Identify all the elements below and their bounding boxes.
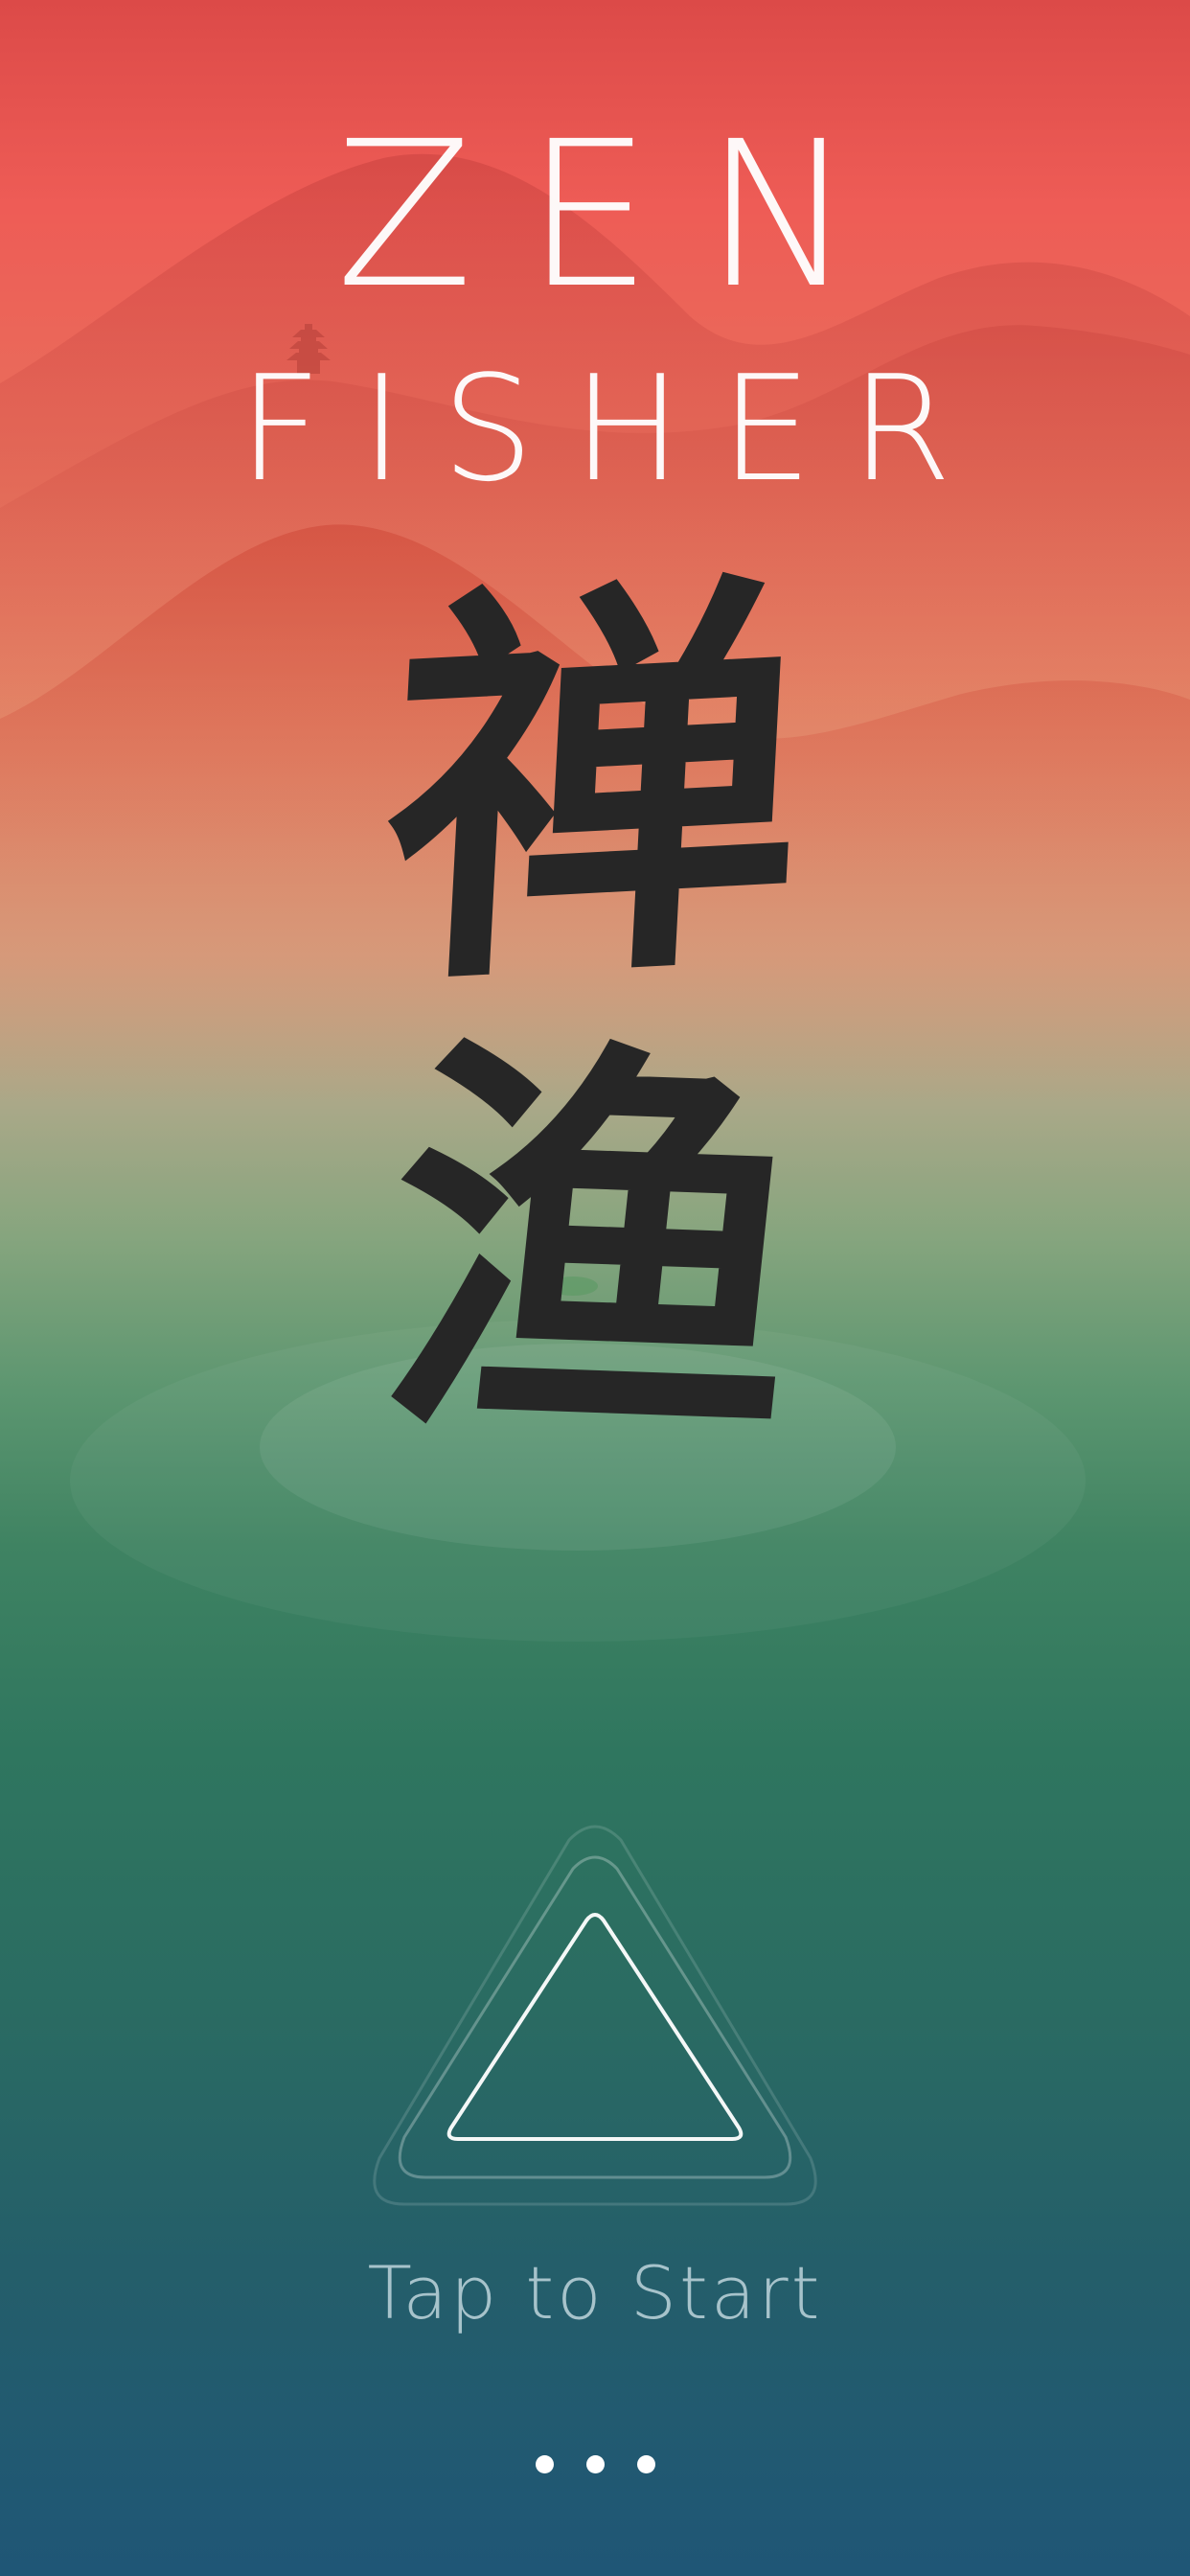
start-button-middle-ring <box>398 1855 792 2179</box>
more-dots-icon <box>535 2454 554 2473</box>
calligraphy-char-zen: 禅 <box>375 534 815 1039</box>
calligraphy-title: 禅 渔 <box>0 534 1190 1497</box>
more-dots-icon <box>585 2454 605 2473</box>
start-button[interactable] <box>364 1821 826 2223</box>
more-dots-icon <box>636 2454 655 2473</box>
game-title-zen: ZEN <box>335 98 906 333</box>
tap-to-start-label[interactable]: Tap to Start <box>0 2257 1190 2330</box>
start-button-outer-ring <box>373 1825 817 2206</box>
title-screen: ZEN FISHER 禅 渔 Tap to Start <box>0 0 1190 2576</box>
calligraphy-char-fisher: 渔 <box>364 999 826 1497</box>
more-menu-button[interactable] <box>518 2443 672 2485</box>
play-triangle-icon <box>446 1913 744 2141</box>
game-title-fisher: FISHER <box>238 344 991 514</box>
